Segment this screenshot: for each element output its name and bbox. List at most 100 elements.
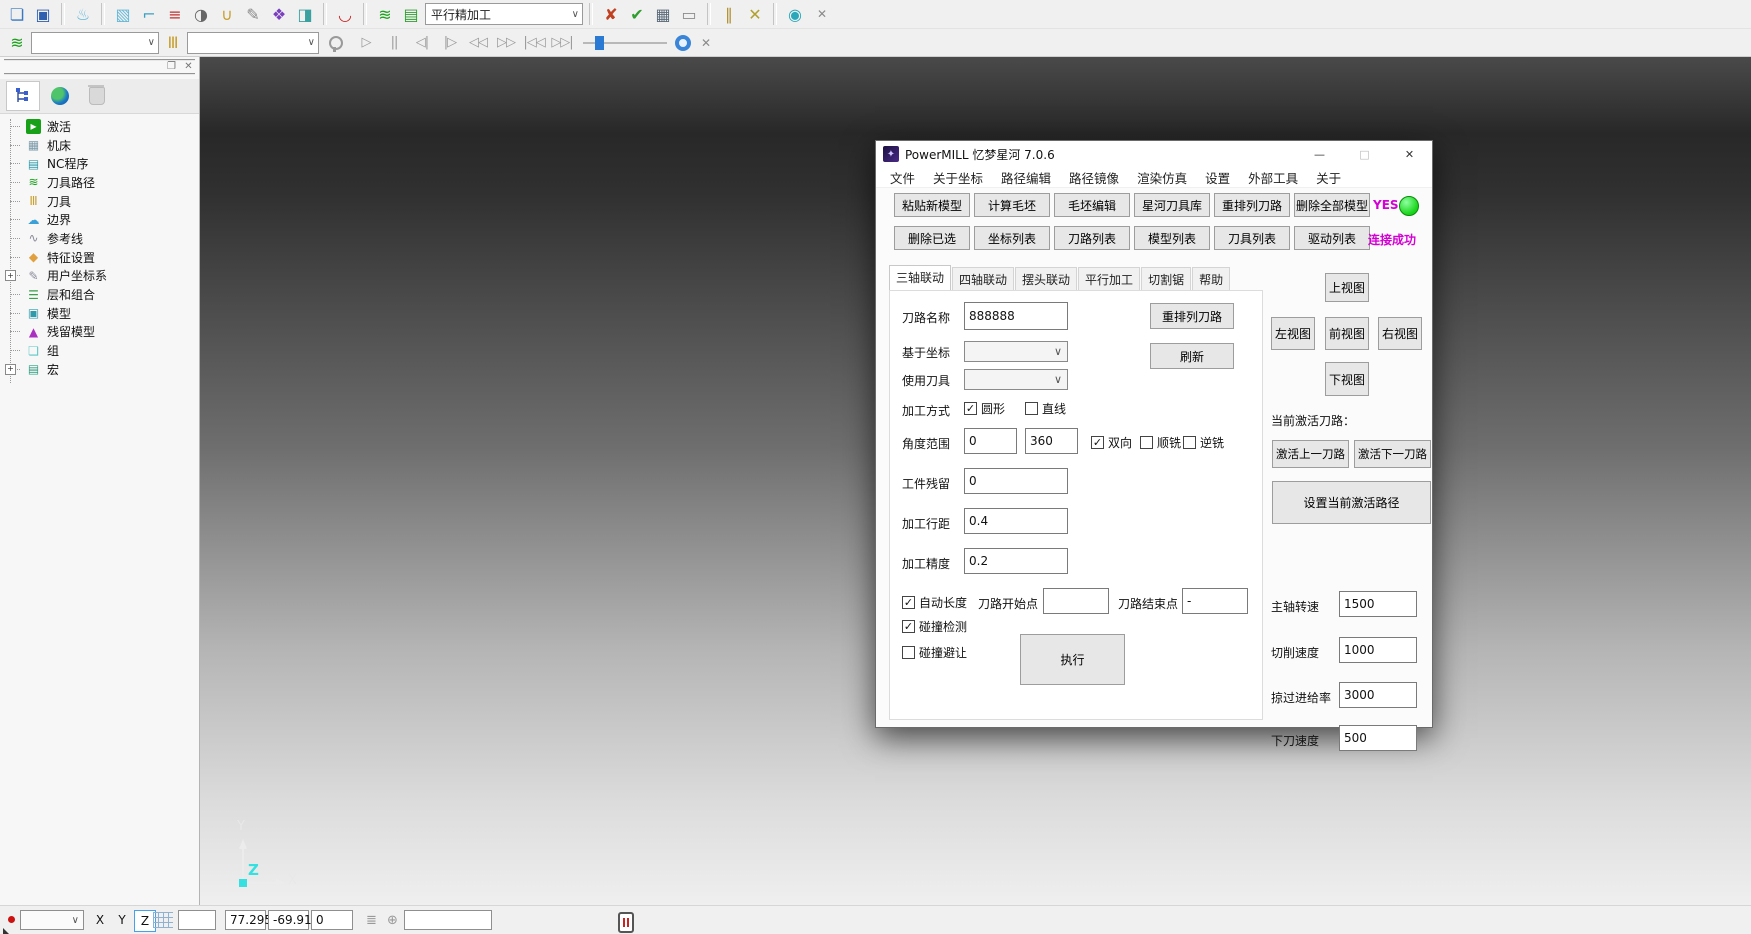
float-panel-icon[interactable]: ❐ <box>165 60 178 73</box>
right-view-button[interactable]: 右视图 <box>1378 317 1422 350</box>
menu-item-渲染仿真[interactable]: 渲染仿真 <box>1137 168 1187 187</box>
play-button[interactable]: ▷ <box>353 35 379 50</box>
tab-三轴联动[interactable]: 三轴联动 <box>889 265 951 291</box>
strategy-list-icon[interactable]: ▤ <box>399 2 423 26</box>
measure-field[interactable] <box>404 910 492 930</box>
feature-profile-icon[interactable]: ⌐ <box>137 2 161 26</box>
collision-avoid-checkbox[interactable]: 碰撞避让 <box>902 644 967 661</box>
rewind-button[interactable]: ◁◁ <box>465 35 491 50</box>
menu-item-路径镜像[interactable]: 路径镜像 <box>1069 168 1119 187</box>
execute-button[interactable]: 执行 <box>1020 634 1125 685</box>
coord-x-field[interactable]: 77.2951 <box>225 910 266 930</box>
toolpath-s-icon[interactable]: ≋ <box>373 2 397 26</box>
coord-z-field[interactable]: 0 <box>311 910 353 930</box>
save-project-icon[interactable]: ▣ <box>31 2 55 26</box>
action-button-重排列刀路[interactable]: 重排列刀路 <box>1214 193 1290 217</box>
set-active-path-button[interactable]: 设置当前激活路径 <box>1272 481 1431 524</box>
activate-prev-toolpath-button[interactable]: 激活上一刀路 <box>1272 440 1349 468</box>
compare-blocks-icon[interactable]: ◉ <box>783 2 807 26</box>
line-mode-checkbox[interactable]: 直线 <box>1025 400 1066 417</box>
axis-y-button[interactable]: Y <box>112 910 132 930</box>
tab-切割锯[interactable]: 切割锯 <box>1141 267 1191 291</box>
bidirectional-checkbox[interactable]: 双向 <box>1091 434 1132 451</box>
block-tool-icon[interactable]: ◨ <box>293 2 317 26</box>
axis-x-button[interactable]: X <box>90 910 110 930</box>
tree-item-workplanes[interactable]: +✎用户坐标系 <box>0 267 199 286</box>
blocks-pot-icon[interactable]: ♨ <box>71 2 95 26</box>
workplane-combo[interactable]: ∨ <box>20 910 84 930</box>
tree-item-feature-sets[interactable]: ◆特征设置 <box>0 248 199 267</box>
dialog-titlebar[interactable]: ✦ PowerMILL 忆梦星河 7.0.6 — □ ✕ <box>876 141 1432 167</box>
rearrange-toolpaths-button[interactable]: 重排列刀路 <box>1150 303 1234 329</box>
tab-摆头联动[interactable]: 摆头联动 <box>1015 267 1077 291</box>
channel-tool-icon[interactable]: ∪ <box>215 2 239 26</box>
xyz-list-icon[interactable]: ≣ <box>366 913 377 928</box>
tab-平行加工[interactable]: 平行加工 <box>1078 267 1140 291</box>
cross-arrows-icon[interactable]: ✕ <box>743 2 767 26</box>
step-back-button[interactable]: ◁| <box>409 35 435 50</box>
explorer-tree-tab[interactable] <box>6 81 40 111</box>
tools-icon[interactable]: Ⅲ <box>161 31 185 55</box>
device-pause-icon[interactable] <box>618 912 634 933</box>
stepover-input[interactable] <box>964 508 1068 534</box>
tool-pair-icon[interactable]: ∥ <box>717 2 741 26</box>
action-button-刀路列表[interactable]: 刀路列表 <box>1054 226 1130 250</box>
grid-toggle-icon[interactable] <box>153 912 173 928</box>
action-button-删除全部模型[interactable]: 删除全部模型 <box>1294 193 1370 217</box>
skim-feedrate-input[interactable] <box>1339 682 1417 708</box>
toolpath-s-icon[interactable]: ≋ <box>5 31 29 55</box>
use-tool-select[interactable]: ∨ <box>964 369 1068 390</box>
tab-帮助[interactable]: 帮助 <box>1192 267 1230 291</box>
main-toolbar-close-icon[interactable]: ✕ <box>813 5 831 23</box>
tree-item-activate[interactable]: ▸激活 <box>0 117 199 136</box>
menu-item-外部工具[interactable]: 外部工具 <box>1248 168 1298 187</box>
strategy-combo[interactable]: 平行精加工∨ <box>425 3 583 25</box>
sim-toolbar-close-icon[interactable]: ✕ <box>697 34 715 52</box>
based-coord-select[interactable]: ∨ <box>964 341 1068 362</box>
tree-item-machine[interactable]: ▦机床 <box>0 136 199 155</box>
auto-length-checkbox[interactable]: 自动长度 <box>902 594 967 611</box>
action-button-驱动列表[interactable]: 驱动列表 <box>1294 226 1370 250</box>
sketch-pencil-icon[interactable]: ✎ <box>241 2 265 26</box>
pause-button[interactable]: || <box>381 35 407 50</box>
tree-item-tools[interactable]: Ⅲ刀具 <box>0 192 199 211</box>
go-end-button[interactable]: ▷▷| <box>549 35 575 50</box>
recycle-bin-tab[interactable] <box>80 81 114 111</box>
go-start-button[interactable]: |◁◁ <box>521 35 547 50</box>
tree-item-macros[interactable]: +▤宏 <box>0 360 199 379</box>
action-button-粘贴新模型[interactable]: 粘贴新模型 <box>894 193 970 217</box>
collision-check-checkbox[interactable]: 碰撞检测 <box>902 618 967 635</box>
action-button-删除已选[interactable]: 删除已选 <box>894 226 970 250</box>
globe-viewer-tab[interactable] <box>43 81 77 111</box>
tree-item-stock-models[interactable]: ▲残留模型 <box>0 323 199 342</box>
grid-size-field[interactable] <box>178 910 216 930</box>
angle-to-input[interactable] <box>1025 428 1078 454</box>
probe-compass-icon[interactable]: ⊕ <box>387 913 398 928</box>
start-point-input[interactable] <box>1043 588 1109 614</box>
refresh-button[interactable]: 刷新 <box>1150 343 1234 369</box>
angle-from-input[interactable] <box>964 428 1017 454</box>
tool-valid-icon[interactable]: ✔ <box>625 2 649 26</box>
step-forward-button[interactable]: |▷ <box>437 35 463 50</box>
tab-四轴联动[interactable]: 四轴联动 <box>952 267 1014 291</box>
tool-half-icon[interactable]: ◑ <box>189 2 213 26</box>
menu-item-设置[interactable]: 设置 <box>1205 168 1230 187</box>
points-diamond-icon[interactable]: ❖ <box>267 2 291 26</box>
tree-item-patterns[interactable]: ∿参考线 <box>0 229 199 248</box>
ruler-icon[interactable]: ▭ <box>677 2 701 26</box>
toolpath-combo[interactable]: ∨ <box>187 32 319 54</box>
expand-icon[interactable]: + <box>5 364 16 375</box>
action-button-刀具列表[interactable]: 刀具列表 <box>1214 226 1290 250</box>
action-button-模型列表[interactable]: 模型列表 <box>1134 226 1210 250</box>
calculator-icon[interactable]: ▦ <box>651 2 675 26</box>
spindle-speed-input[interactable] <box>1339 591 1417 617</box>
nc-program-combo[interactable]: ∨ <box>31 32 159 54</box>
activate-next-toolpath-button[interactable]: 激活下一刀路 <box>1354 440 1431 468</box>
top-view-button[interactable]: 上视图 <box>1325 273 1369 302</box>
cutting-speed-input[interactable] <box>1339 637 1417 663</box>
maximize-icon[interactable]: □ <box>1342 141 1387 167</box>
climb-mill-checkbox[interactable]: 顺铣 <box>1140 434 1181 451</box>
tree-item-nc-programs[interactable]: ▤NC程序 <box>0 154 199 173</box>
menu-item-关于坐标[interactable]: 关于坐标 <box>933 168 983 187</box>
clock-icon[interactable] <box>675 35 691 51</box>
